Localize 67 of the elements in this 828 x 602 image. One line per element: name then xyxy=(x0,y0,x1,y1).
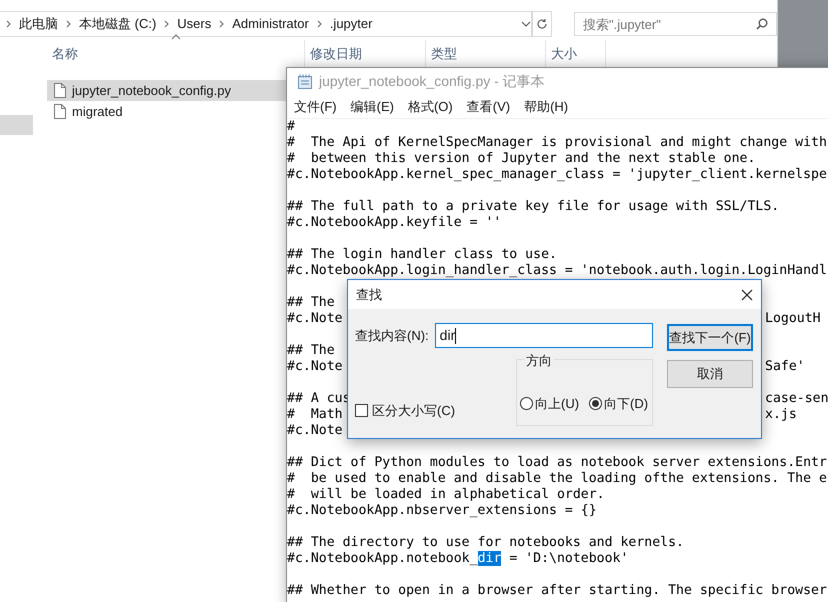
code-line: #c.NotebookApp.nbserver_extensions = {} xyxy=(287,503,597,519)
search-field[interactable]: 搜索".jupyter" xyxy=(574,12,777,36)
menu-item[interactable]: 格式(O) xyxy=(408,96,453,116)
code-line: case-sen xyxy=(765,391,828,407)
search-icon[interactable] xyxy=(756,18,768,30)
file-row[interactable]: migrated xyxy=(47,101,287,122)
code-line: # Math xyxy=(287,407,343,422)
match-case-checkbox[interactable] xyxy=(355,404,368,417)
code-line: ## The xyxy=(287,295,335,311)
window-title: jupyter_notebook_config.py - 记事本 xyxy=(319,72,545,91)
cancel-button[interactable]: 取消 xyxy=(667,360,753,388)
menu-item[interactable]: 帮助(H) xyxy=(524,96,568,116)
find-next-button[interactable]: 查找下一个(F) xyxy=(667,324,753,351)
code-line: Safe' xyxy=(765,359,805,375)
code-line: ## Whether to open in a browser after starting. The specific browser xyxy=(287,583,827,599)
radio-label: 向下(D) xyxy=(604,394,648,413)
code-line: #c.Note xyxy=(287,359,343,374)
code-line: #c.NotebookApp.login_handler_class = 'notebook.auth.login.LoginHandl xyxy=(287,263,827,279)
file-name: migrated xyxy=(72,102,123,121)
refresh-button[interactable] xyxy=(532,11,552,37)
breadcrumb-item[interactable]: Users xyxy=(177,14,212,34)
dialog-title: 查找 xyxy=(356,286,382,304)
find-label: 查找内容(N): xyxy=(355,326,429,345)
file-icon xyxy=(54,104,66,119)
code-line: # will be loaded in alphabetical order. xyxy=(287,487,605,503)
code-line: # The Api of KernelSpecManager is provisional and might change with xyxy=(287,135,827,151)
code-line: # between this version of Jupyter and the next stable one. xyxy=(287,151,756,167)
radio-button[interactable] xyxy=(589,396,602,410)
breadcrumb-item[interactable]: Administrator xyxy=(232,14,309,34)
close-icon[interactable] xyxy=(741,288,753,300)
chevron-icon xyxy=(6,20,11,28)
file-icon xyxy=(54,83,66,98)
code-line: # xyxy=(287,119,295,135)
menu-item[interactable]: 文件(F) xyxy=(294,96,337,116)
code-line: ## The directory to use for notebooks and kernels. xyxy=(287,535,684,551)
chevron-icon xyxy=(66,20,71,28)
menu-item[interactable]: 编辑(E) xyxy=(350,96,394,116)
code-line: x.js xyxy=(765,407,797,423)
code-line: LogoutH xyxy=(765,311,821,327)
radio-label: 向上(U) xyxy=(535,394,580,413)
dropdown-icon[interactable] xyxy=(521,21,532,27)
chevron-icon xyxy=(164,20,170,28)
code-line: #c.Note xyxy=(287,311,343,326)
code-line: ## The full path to a private key file for usage with SSL/TLS. xyxy=(287,199,780,215)
file-name: jupyter_notebook_config.py xyxy=(72,82,232,100)
menu-item[interactable]: 查看(V) xyxy=(466,96,510,116)
code-line: # be used to enable and disable the loading ofthe extensions. The e xyxy=(287,471,827,487)
code-line: ## The xyxy=(287,343,335,359)
code-line: #c.NotebookApp.keyfile = '' xyxy=(287,215,502,231)
file-row[interactable]: jupyter_notebook_config.py xyxy=(47,80,287,101)
chevron-icon xyxy=(316,20,322,28)
code-line: #c.NotebookApp.kernel_spec_manager_class = 'jupyter_client.kernelspe xyxy=(287,167,827,183)
sort-caret-icon xyxy=(171,34,181,40)
radio-button[interactable] xyxy=(520,396,533,410)
notepad-icon xyxy=(297,74,313,90)
breadcrumb-item[interactable]: 此电脑 xyxy=(19,14,58,34)
code-line: #c.NotebookApp.notebook_dir = 'D:\notebook' xyxy=(287,551,628,567)
checkbox-label: 区分大小写(C) xyxy=(372,402,456,420)
code-line: #c.Note xyxy=(287,423,343,439)
find-input[interactable]: dir xyxy=(434,323,653,348)
refresh-icon[interactable] xyxy=(536,18,548,30)
breadcrumb-item[interactable]: 本地磁盘 (C:) xyxy=(79,14,156,34)
address-bar[interactable]: 此电脑 本地磁盘 (C:) Users Administrator .jupyter xyxy=(0,11,532,37)
code-line: ## Dict of Python modules to load as notebook server extensions.Entr xyxy=(287,455,827,471)
breadcrumb-item[interactable]: .jupyter xyxy=(330,14,372,34)
chevron-icon xyxy=(219,20,224,28)
code-line: ## The login handler class to use. xyxy=(287,247,557,263)
